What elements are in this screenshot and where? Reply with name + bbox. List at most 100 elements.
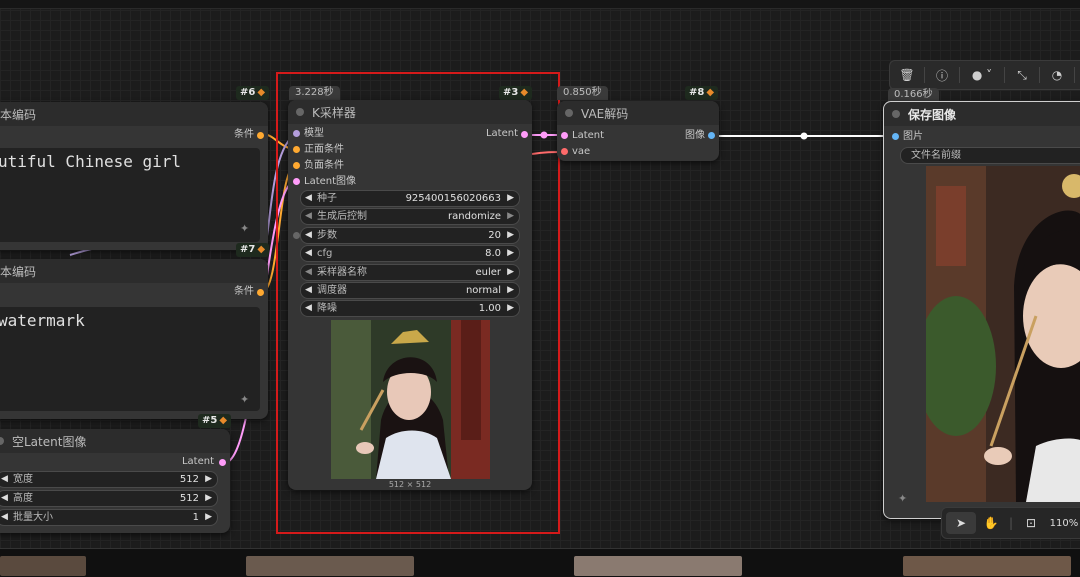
node-title-bar[interactable]: 本编码 (0, 102, 268, 126)
info-icon[interactable]: ⓘ (925, 67, 959, 84)
input-latent-dot[interactable] (293, 178, 300, 185)
filename-prefix-widget[interactable]: 文件名前缀 (900, 147, 1080, 164)
cfg-widget[interactable]: ◀ cfg 8.0 ▶ (300, 245, 520, 262)
node-id-badge: #3 ◆ (499, 86, 533, 100)
saved-image (926, 166, 1080, 502)
increment-arrow-icon: ▶ (205, 493, 212, 503)
output-latent-label: Latent (181, 456, 214, 467)
decrement-arrow-icon: ◀ (1, 512, 8, 522)
prompt-textarea[interactable]: watermark (0, 307, 260, 411)
node-vae-decode[interactable]: VAE解码 Latent vae 图像 (557, 101, 719, 161)
collapse-dot[interactable] (892, 110, 900, 118)
input-negative-label: 负面条件 (304, 160, 344, 171)
decrement-arrow-icon: ◀ (305, 285, 312, 295)
batch-size-widget[interactable]: ◀ 批量大小 1 ▶ (0, 509, 218, 526)
node-clip-text-encode-positive[interactable]: 本编码 条件 utiful Chinese girl ✦ (0, 102, 268, 250)
zoom-level[interactable]: 110% ˅ (1046, 518, 1080, 529)
sparkle-icon[interactable]: ✦ (898, 492, 907, 505)
node-id-badge: #5 ◆ (198, 414, 232, 428)
node-title: K采样器 (312, 105, 356, 120)
color-picker-icon[interactable]: ● ˅ (960, 68, 1004, 82)
decrement-arrow-icon: ◀ (1, 493, 8, 503)
output-conditioning-label: 条件 (234, 129, 254, 140)
steps-input-dot[interactable] (293, 232, 300, 239)
scheduler-widget[interactable]: ◀ 调度器 normal ▶ (300, 282, 520, 299)
node-id-badge: #8 ◆ (685, 86, 719, 100)
control-after-generate-widget[interactable]: ◀ 生成后控制 randomize ▶ (300, 208, 520, 225)
collapse-dot[interactable] (0, 437, 4, 445)
hand-tool-icon[interactable]: ✋ (976, 516, 1006, 530)
decrement-arrow-icon: ◀ (305, 303, 312, 313)
decrement-arrow-icon: ◀ (1, 474, 8, 484)
selection-toolbar: 🗑 ⓘ ● ˅ ⤡ ◔ (889, 60, 1080, 90)
denoise-widget[interactable]: ◀ 降噪 1.00 ▶ (300, 300, 520, 317)
node-title: 空Latent图像 (12, 434, 87, 449)
node-title-bar[interactable]: K采样器 (288, 100, 532, 124)
select-tool-icon[interactable]: ➤ (946, 512, 976, 534)
input-latent-dot[interactable] (561, 132, 568, 139)
queue-thumbnail[interactable] (903, 556, 1071, 576)
fit-screen-icon[interactable]: ⊡ (1016, 516, 1046, 530)
increment-arrow-icon: ▶ (205, 512, 212, 522)
preview-size-label: 512 × 512 (388, 480, 432, 489)
sparkle-icon[interactable]: ✦ (240, 393, 249, 406)
decrement-arrow-icon: ◀ (305, 193, 312, 203)
node-title: 本编码 (0, 107, 37, 122)
sparkle-icon[interactable]: ✦ (240, 222, 249, 235)
node-title-bar[interactable]: 本编码 (0, 259, 268, 283)
input-latent-label: Latent图像 (304, 176, 357, 187)
output-conditioning-dot[interactable] (257, 289, 264, 296)
fox-badge-icon: ◆ (520, 87, 529, 98)
queue-thumbnail[interactable] (574, 556, 742, 576)
steps-widget[interactable]: ◀ 步数 20 ▶ (300, 227, 520, 244)
node-title-bar[interactable]: 空Latent图像 (0, 429, 230, 453)
input-vae-dot[interactable] (561, 148, 568, 155)
execution-time-badge: 3.228秒 (289, 86, 340, 100)
seed-widget[interactable]: ◀ 种子 925400156020663 ▶ (300, 190, 520, 207)
prompt-textarea[interactable]: utiful Chinese girl (0, 148, 260, 242)
node-clip-text-encode-negative[interactable]: 本编码 条件 watermark ✦ (0, 259, 268, 419)
sampler-name-widget[interactable]: ◀ 采样器名称 euler ▶ (300, 264, 520, 281)
node-empty-latent-image[interactable]: 空Latent图像 Latent ◀ 宽度 512 ▶ ◀ 高度 512 ▶ ◀ 批量大小 1 ▶ (0, 429, 230, 533)
output-image-label: 图像 (685, 130, 705, 141)
preview-image (331, 320, 490, 479)
input-positive-dot[interactable] (293, 146, 300, 153)
input-negative-dot[interactable] (293, 162, 300, 169)
input-images-dot[interactable] (892, 133, 899, 140)
collapse-dot[interactable] (296, 108, 304, 116)
node-save-image[interactable]: 保存图像 图片 文件名前缀 ✦ (883, 101, 1080, 519)
width-widget[interactable]: ◀ 宽度 512 ▶ (0, 471, 218, 488)
node-title: 本编码 (0, 264, 37, 279)
bypass-icon[interactable]: ◔ (1040, 68, 1074, 82)
fox-badge-icon: ◆ (219, 415, 228, 426)
queue-thumbnail[interactable] (246, 556, 414, 576)
input-positive-label: 正面条件 (304, 144, 344, 155)
output-latent-dot[interactable] (219, 459, 226, 466)
node-title-bar[interactable]: 保存图像 (884, 102, 1080, 126)
input-model-dot[interactable] (293, 130, 300, 137)
fit-view-icon[interactable]: ⤡ (1005, 68, 1039, 83)
output-conditioning-dot[interactable] (257, 132, 264, 139)
increment-arrow-icon: ▶ (507, 193, 514, 203)
node-id-badge: #7 ◆ (236, 243, 270, 257)
saved-portrait (926, 166, 1080, 502)
output-latent-dot[interactable] (521, 131, 528, 138)
decrement-arrow-icon: ◀ (305, 267, 312, 277)
decrement-arrow-icon: ◀ (305, 211, 312, 221)
queue-thumbnail[interactable] (0, 556, 86, 576)
increment-arrow-icon: ▶ (507, 248, 514, 258)
node-ksampler[interactable]: K采样器 模型 正面条件 负面条件 Latent图像 Latent ◀ 种子 925… (288, 100, 532, 490)
input-vae-label: vae (572, 146, 591, 157)
increment-arrow-icon: ▶ (507, 267, 514, 277)
node-title-bar[interactable]: VAE解码 (557, 101, 719, 125)
input-images-label: 图片 (903, 131, 923, 142)
output-latent-label: Latent (485, 128, 518, 139)
delete-icon[interactable]: 🗑 (890, 68, 924, 82)
increment-arrow-icon: ▶ (205, 474, 212, 484)
output-image-dot[interactable] (708, 132, 715, 139)
node-title: VAE解码 (581, 106, 629, 121)
increment-arrow-icon: ▶ (507, 230, 514, 240)
height-widget[interactable]: ◀ 高度 512 ▶ (0, 490, 218, 507)
execution-time-badge: 0.166秒 (888, 88, 939, 102)
collapse-dot[interactable] (565, 109, 573, 117)
